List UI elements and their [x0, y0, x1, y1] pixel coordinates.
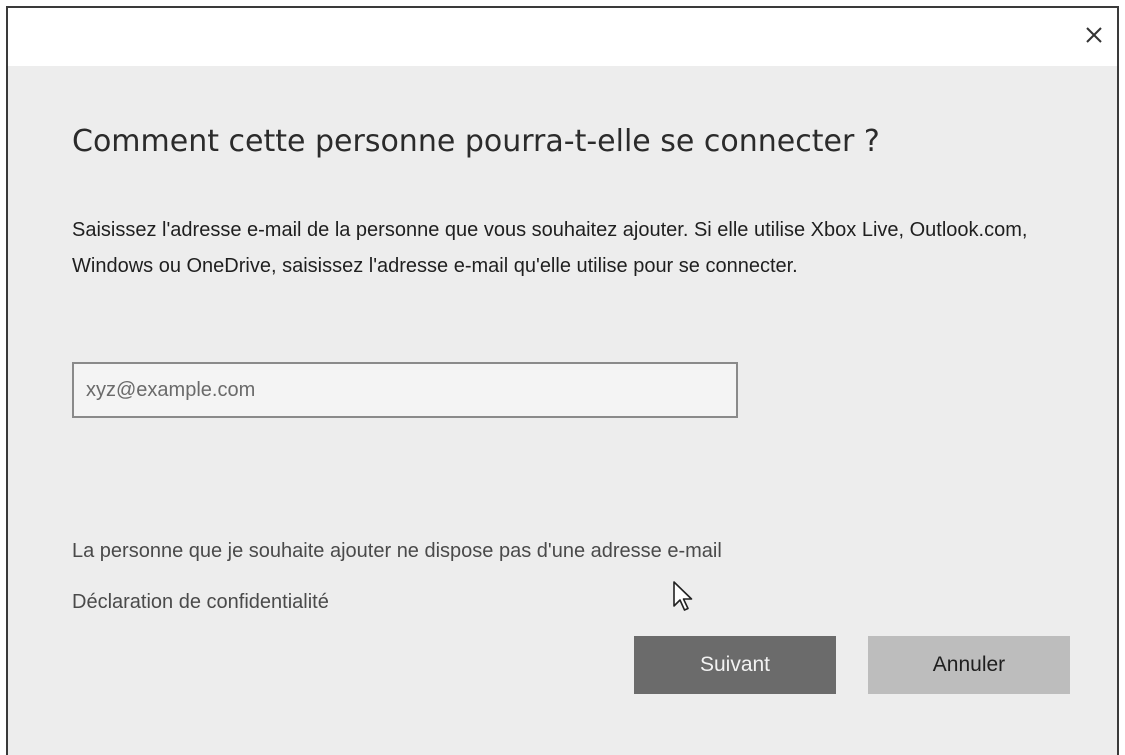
dialog-description: Saisissez l'adresse e-mail de la personn… [72, 219, 1028, 277]
no-email-link[interactable]: La personne que je souhaite ajouter ne d… [72, 540, 722, 563]
title-bar [8, 8, 1117, 66]
privacy-statement-link[interactable]: Déclaration de confidentialité [72, 591, 329, 614]
close-icon [1086, 27, 1102, 43]
account-dialog: Comment cette personne pourra-t-elle se … [6, 6, 1119, 755]
close-button[interactable] [1077, 18, 1111, 52]
mouse-cursor-icon [673, 581, 693, 611]
dialog-title: Comment cette personne pourra-t-elle se … [72, 124, 880, 159]
next-button[interactable]: Suivant [634, 636, 836, 694]
email-field[interactable] [72, 362, 738, 418]
cancel-button[interactable]: Annuler [868, 636, 1070, 694]
